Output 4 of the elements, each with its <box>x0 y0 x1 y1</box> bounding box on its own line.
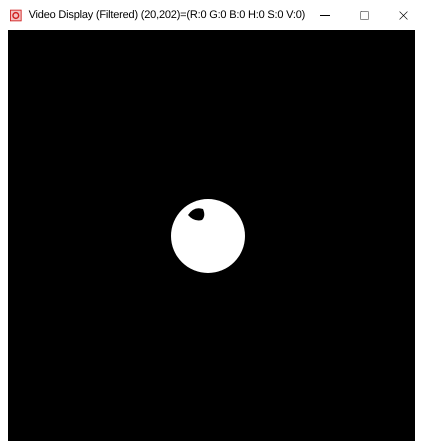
maximize-icon <box>358 10 370 20</box>
minimize-icon <box>320 14 330 16</box>
app-icon <box>10 8 22 22</box>
window-title: Video Display (Filtered) (20,202)=(R:0 G:0 B:0 H:0 S:0 V:0) <box>28 8 306 23</box>
